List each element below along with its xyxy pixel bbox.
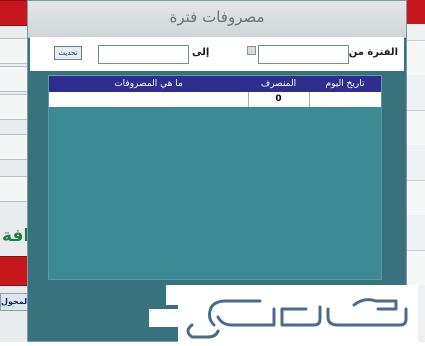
- background-strip: [406, 250, 425, 285]
- background-app-left: [0, 0, 30, 342]
- to-label: إلى: [192, 47, 210, 58]
- cell-spent[interactable]: 0: [248, 92, 309, 107]
- background-button[interactable]: [0, 94, 28, 120]
- background-strip: [406, 180, 425, 215]
- to-date-input[interactable]: [98, 45, 189, 64]
- column-header-date[interactable]: تاريخ اليوم: [309, 76, 381, 92]
- background-button[interactable]: [0, 66, 28, 92]
- background-label: المخول: [0, 293, 29, 311]
- background-red-button[interactable]: [406, 0, 425, 24]
- cell-expense[interactable]: [49, 92, 248, 107]
- background-button[interactable]: [0, 176, 28, 202]
- background-red-panel: [0, 256, 28, 286]
- from-label: الفترة من: [348, 47, 398, 58]
- haraj-watermark: [178, 285, 418, 342]
- background-title-fragment: افة: [2, 226, 30, 246]
- column-header-spent[interactable]: المنصرف: [248, 76, 309, 92]
- cell-date[interactable]: [309, 92, 381, 107]
- background-strip: [406, 110, 425, 145]
- background-red-button[interactable]: [0, 0, 28, 26]
- background-button[interactable]: [0, 38, 28, 64]
- haraj-logo-icon: [186, 298, 408, 339]
- table-row[interactable]: 0: [49, 92, 381, 107]
- background-strip: [406, 40, 425, 75]
- window-title: مصروفات فترة: [169, 8, 265, 26]
- from-date-input[interactable]: [258, 45, 349, 64]
- hidden-button[interactable]: [149, 309, 180, 327]
- filter-bar: الفترة من إلى تحديث: [30, 37, 404, 71]
- grid-header: تاريخ اليوم المنصرف ما هي المصروفات: [49, 76, 381, 92]
- from-date-checkbox[interactable]: [247, 46, 256, 55]
- refresh-button[interactable]: تحديث: [54, 46, 82, 60]
- background-button[interactable]: [0, 134, 28, 160]
- column-separator: [248, 92, 249, 107]
- column-header-expense[interactable]: ما هي المصروفات: [49, 76, 248, 92]
- expenses-grid: تاريخ اليوم المنصرف ما هي المصروفات 0: [48, 75, 382, 280]
- window-titlebar[interactable]: مصروفات فترة: [28, 1, 406, 38]
- column-separator: [309, 92, 310, 107]
